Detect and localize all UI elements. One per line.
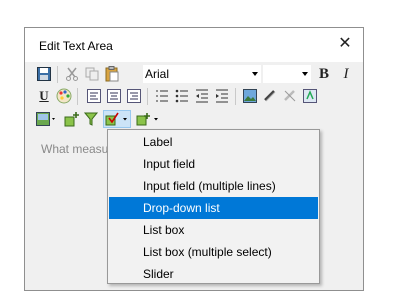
dialog-title: Edit Text Area: [39, 39, 113, 53]
indent-icon[interactable]: [213, 87, 231, 105]
align-center-icon[interactable]: [105, 87, 123, 105]
insert-field-icon[interactable]: [63, 110, 81, 128]
paste-icon[interactable]: [103, 65, 121, 83]
toolbar-separator: [57, 66, 58, 83]
insert-link-icon[interactable]: [261, 87, 279, 105]
font-family-value: Arial: [145, 67, 170, 81]
menu-item-input-field[interactable]: Input field: [109, 153, 318, 175]
insert-image-icon[interactable]: [241, 87, 259, 105]
filter-icon[interactable]: [83, 110, 101, 128]
menu-item-label[interactable]: Label: [109, 131, 318, 153]
toolbar-separator: [147, 88, 148, 105]
bold-button[interactable]: B: [315, 65, 333, 83]
copy-icon[interactable]: [83, 65, 101, 83]
align-left-icon[interactable]: [85, 87, 103, 105]
title-bar: Edit Text Area ✕: [25, 28, 363, 62]
underline-button[interactable]: U: [35, 87, 53, 105]
toolbar-separator: [77, 88, 78, 105]
menu-item-drop-down-list[interactable]: Drop-down list: [109, 197, 318, 219]
outdent-icon[interactable]: [193, 87, 211, 105]
palette-icon[interactable]: [55, 87, 73, 105]
insert-table-button[interactable]: [135, 110, 161, 128]
background-color-button[interactable]: [35, 110, 59, 128]
menu-item-list-box-multiple[interactable]: List box (multiple select): [109, 241, 318, 263]
chevron-down-icon: [302, 72, 308, 76]
remove-link-icon[interactable]: [281, 87, 299, 105]
insert-control-menu: Label Input field Input field (multiple …: [107, 129, 320, 284]
menu-item-input-field-multiline[interactable]: Input field (multiple lines): [109, 175, 318, 197]
close-icon[interactable]: ✕: [335, 34, 355, 54]
save-icon[interactable]: [35, 65, 53, 83]
editor-text: What measu: [41, 142, 109, 156]
numbered-list-icon[interactable]: [153, 87, 171, 105]
insert-control-dropdown-button[interactable]: [103, 110, 131, 128]
chevron-down-icon: [252, 72, 258, 76]
align-right-icon[interactable]: [125, 87, 143, 105]
cut-icon[interactable]: [63, 65, 81, 83]
bullet-list-icon[interactable]: [173, 87, 191, 105]
menu-item-slider[interactable]: Slider: [109, 263, 318, 285]
toolbar-separator: [235, 88, 236, 105]
font-size-select[interactable]: [263, 65, 311, 83]
italic-button[interactable]: I: [337, 65, 355, 83]
format-icon[interactable]: [301, 87, 319, 105]
font-family-select[interactable]: Arial: [143, 65, 261, 83]
menu-item-list-box[interactable]: List box: [109, 219, 318, 241]
